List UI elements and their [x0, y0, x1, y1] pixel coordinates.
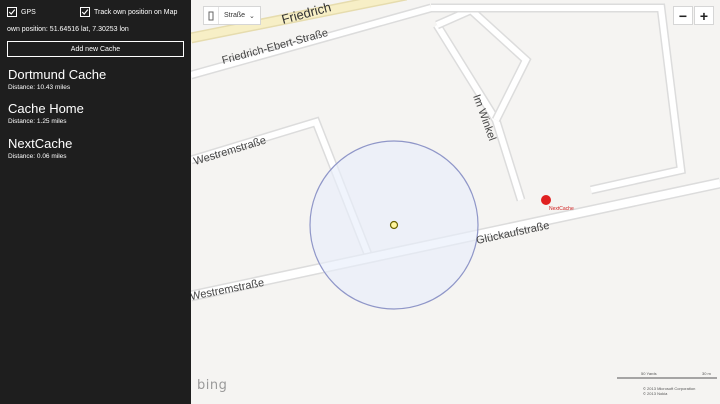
- own-position-marker: [389, 220, 399, 230]
- chevron-down-icon: ⌄: [249, 12, 255, 20]
- checkbox-checked-icon[interactable]: [7, 7, 17, 17]
- zoom-in-button[interactable]: +: [694, 6, 714, 25]
- cache-list-item[interactable]: Cache Home Distance: 1.25 miles: [8, 101, 84, 126]
- map-style-select[interactable]: Straße ⌄: [203, 6, 261, 25]
- copyright: © 2013 Microsoft Corporation © 2013 Noki…: [643, 386, 695, 396]
- street-label-friedrich: Friedrich: [280, 0, 333, 27]
- scale-yards: 50 Yards: [641, 371, 657, 376]
- add-cache-button[interactable]: Add new Cache: [7, 41, 184, 57]
- cache-name: Cache Home: [8, 101, 84, 116]
- cache-sidebar: GPS Track own position on Map own positi…: [0, 0, 191, 404]
- gps-label: GPS: [21, 8, 36, 16]
- track-position-toggle[interactable]: Track own position on Map: [80, 7, 177, 17]
- copyright-nokia: © 2013 Nokia: [643, 391, 668, 396]
- cache-distance: Distance: 10.43 miles: [8, 84, 71, 91]
- scale-meters: 30 m: [702, 371, 711, 376]
- own-position-text: own position: 51.64516 lat, 7.30253 lon: [7, 26, 129, 33]
- checkbox-checked-icon[interactable]: [80, 7, 90, 17]
- map-canvas[interactable]: NextCache Friedrich Friedrich-Ebert-Stra…: [191, 0, 720, 404]
- zoom-out-button[interactable]: −: [673, 6, 693, 25]
- gps-toggle[interactable]: GPS: [7, 7, 36, 17]
- street-label-westrem-upper: Westremstraße: [192, 134, 267, 167]
- cache-distance: Distance: 0.06 miles: [8, 153, 67, 160]
- map-style-value: Straße: [224, 12, 246, 19]
- cache-marker[interactable]: [541, 195, 551, 205]
- grip-icon: [204, 7, 219, 24]
- cache-name: Dortmund Cache: [8, 67, 107, 82]
- cache-list-item[interactable]: Dortmund Cache Distance: 10.43 miles: [8, 67, 106, 92]
- cache-distance: Distance: 1.25 miles: [8, 118, 67, 125]
- track-position-label: Track own position on Map: [94, 8, 178, 16]
- street-label-westrem-lower: Westremstraße: [191, 277, 265, 303]
- bing-logo: bing: [197, 378, 228, 393]
- map-view[interactable]: NextCache Friedrich Friedrich-Ebert-Stra…: [191, 0, 720, 404]
- cache-list-item[interactable]: NextCache Distance: 0.06 miles: [8, 136, 72, 161]
- cache-name: NextCache: [8, 136, 73, 151]
- cache-marker-label: NextCache: [549, 206, 574, 212]
